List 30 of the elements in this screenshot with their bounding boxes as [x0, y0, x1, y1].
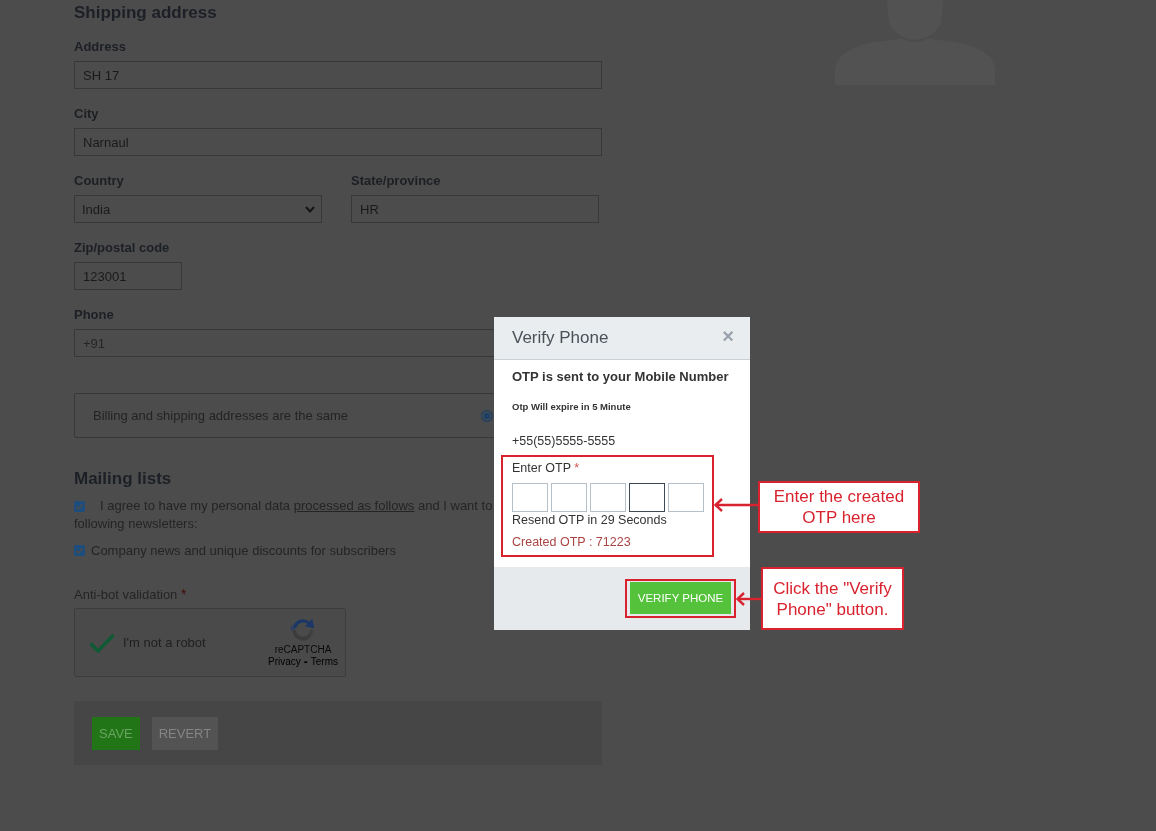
close-button[interactable]: × — [720, 327, 736, 345]
otp-label: Enter OTP — [512, 461, 571, 475]
resend-countdown: Resend OTP in 29 Seconds — [512, 512, 667, 528]
otp-expiry-note: Otp Will expire in 5 Minute — [512, 400, 631, 414]
checkmark-icon[interactable] — [89, 632, 115, 653]
otp-digit-field[interactable] — [590, 483, 626, 512]
otp-digit-field[interactable] — [668, 483, 704, 512]
callout-note: Enter the created OTP here — [758, 481, 920, 533]
captcha-brand-text: reCAPTCHA — [274, 644, 332, 656]
link-separator: - — [303, 656, 308, 668]
privacy-link[interactable]: Privacy — [268, 656, 301, 668]
verify-phone-button[interactable]: VERIFY PHONE — [630, 582, 731, 614]
chevron-down-icon — [305, 205, 315, 213]
callout-arrow — [714, 498, 758, 512]
radio-button[interactable] — [481, 409, 493, 422]
required-mark: * — [574, 461, 580, 475]
callout-note: Click the "Verify Phone" button. — [761, 567, 904, 630]
save-button[interactable]: SAVE — [92, 716, 140, 750]
otp-sent-message: OTP is sent to your Mobile Number — [512, 368, 729, 386]
circular-arrows-icon — [290, 617, 316, 643]
required-mark: * — [180, 586, 187, 602]
otp-digit-field[interactable] — [629, 483, 665, 512]
otp-digit-field[interactable] — [512, 483, 548, 512]
phone-number: +55(55)5555-5555 — [512, 433, 616, 449]
terms-link[interactable]: Terms — [310, 656, 338, 668]
checkbox[interactable] — [74, 544, 85, 556]
checkbox[interactable] — [74, 500, 85, 512]
created-otp-text: Created OTP : 71223 — [512, 534, 631, 550]
callout-arrow — [736, 592, 761, 606]
otp-digit-field[interactable] — [551, 483, 587, 512]
